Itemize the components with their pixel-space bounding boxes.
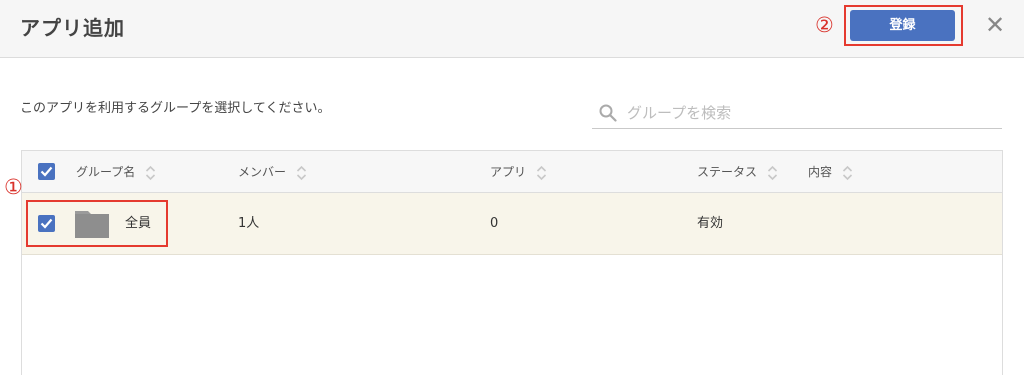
group-search-field[interactable]: グループを検索 <box>592 98 1002 129</box>
cell-apps: 0 <box>490 216 499 231</box>
column-header-apps[interactable]: アプリ <box>490 151 547 193</box>
check-icon <box>40 166 53 177</box>
column-header-members[interactable]: メンバー <box>238 151 307 193</box>
column-header-content[interactable]: 内容 <box>808 151 853 193</box>
sort-icon <box>536 165 546 180</box>
register-button[interactable]: 登録 <box>850 10 955 41</box>
group-highlight-box <box>26 200 168 247</box>
cell-members: 1人 <box>238 216 260 231</box>
column-header-status[interactable]: ステータス <box>697 151 778 193</box>
search-icon <box>599 104 617 122</box>
group-table: グループ名 メンバー アプリ ステータス 内容 全員 1人 0 有効 <box>21 150 1003 375</box>
column-label: ステータス <box>697 165 758 179</box>
column-header-group-name[interactable]: グループ名 <box>76 151 156 193</box>
close-icon[interactable]: ✕ <box>983 12 1007 38</box>
sort-icon <box>842 165 852 180</box>
step-2-marker: ② <box>815 13 834 37</box>
cell-status: 有効 <box>697 216 724 231</box>
table-header: グループ名 メンバー アプリ ステータス 内容 <box>22 151 1002 193</box>
column-label: グループ名 <box>76 165 136 179</box>
select-all-checkbox[interactable] <box>38 163 55 180</box>
dialog-header: アプリ追加 ② 登録 ✕ <box>0 0 1024 58</box>
column-label: 内容 <box>808 165 833 179</box>
instruction-text: このアプリを利用するグループを選択してください。 <box>20 101 331 116</box>
sort-icon <box>767 165 777 180</box>
dialog-title: アプリ追加 <box>20 16 125 40</box>
sort-icon <box>146 165 156 180</box>
step-1-marker: ① <box>4 175 23 199</box>
column-label: アプリ <box>490 165 527 179</box>
column-label: メンバー <box>238 165 287 179</box>
search-placeholder: グループを検索 <box>627 104 732 122</box>
sort-icon <box>296 165 306 180</box>
table-row[interactable]: 全員 1人 0 有効 <box>22 193 1002 255</box>
